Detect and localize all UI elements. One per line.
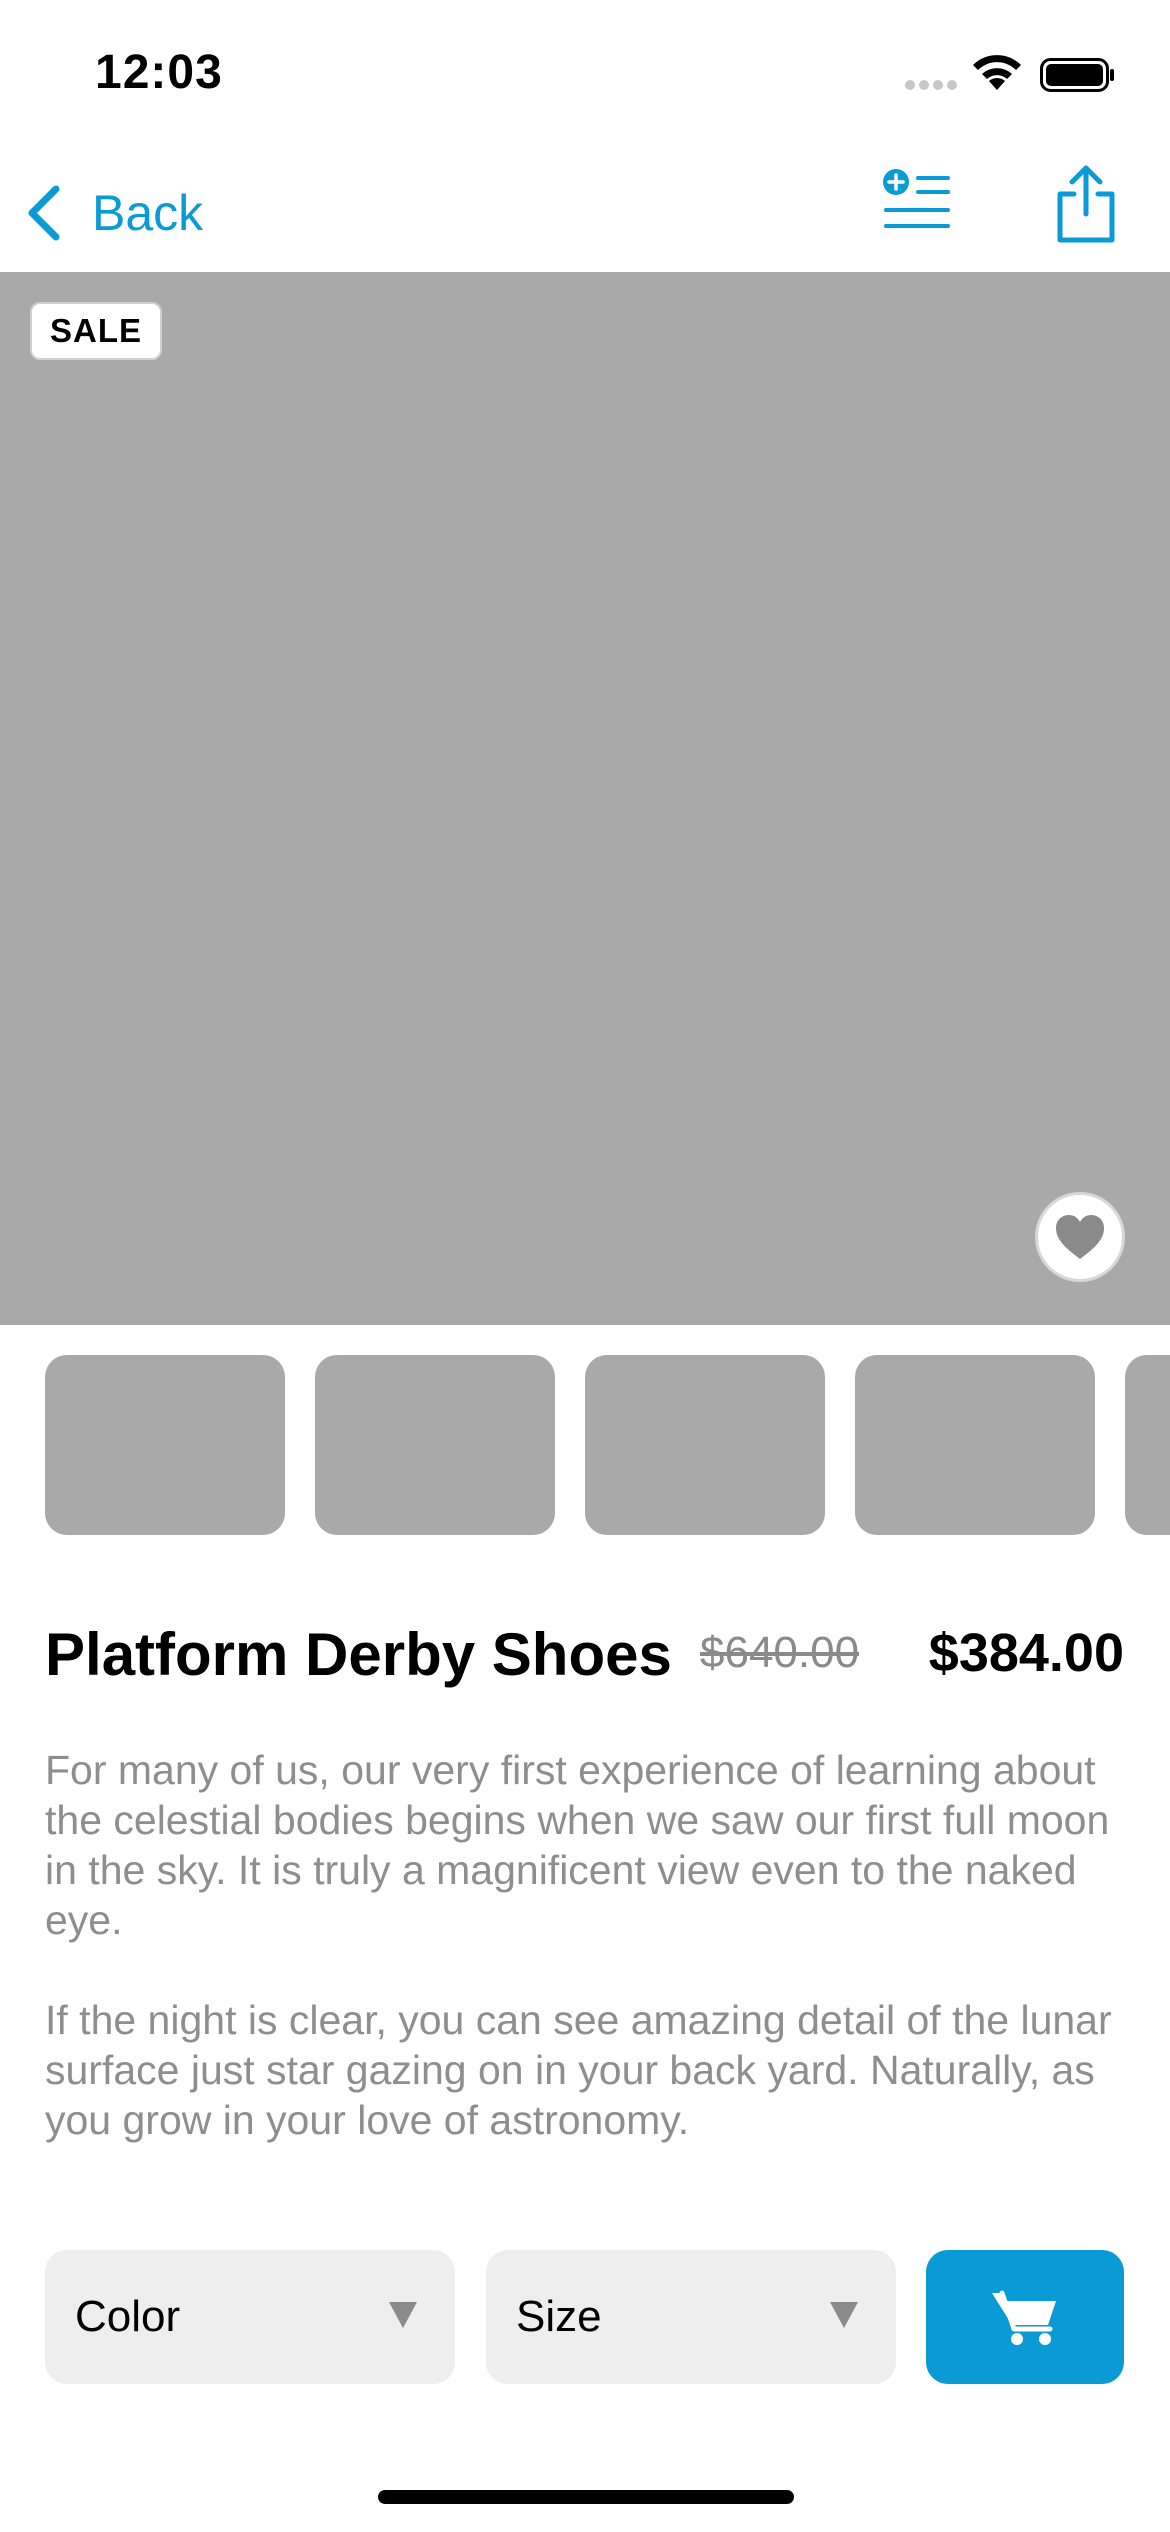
product-hero-image[interactable]: SALE bbox=[0, 272, 1170, 1325]
original-price: $640.00 bbox=[700, 1628, 860, 1677]
status-time: 12:03 bbox=[95, 46, 223, 99]
share-icon[interactable] bbox=[1050, 164, 1122, 244]
thumbnail-image[interactable] bbox=[45, 1355, 285, 1535]
back-label: Back bbox=[92, 185, 204, 241]
product-description: For many of us, our very first experienc… bbox=[45, 1745, 1135, 2195]
chevron-left-icon bbox=[28, 185, 60, 241]
thumbnail-image[interactable] bbox=[585, 1355, 825, 1535]
thumbnail-strip[interactable] bbox=[0, 1355, 1170, 1535]
status-bar: 12:03 bbox=[0, 0, 1170, 140]
heart-icon bbox=[1056, 1215, 1104, 1259]
color-select[interactable]: Color bbox=[45, 2250, 455, 2384]
product-title: Platform Derby Shoes bbox=[45, 1621, 672, 1688]
navigation-bar: Back bbox=[0, 150, 1170, 270]
thumbnail-image[interactable] bbox=[855, 1355, 1095, 1535]
add-to-cart-button[interactable] bbox=[926, 2250, 1124, 2384]
sale-badge: SALE bbox=[30, 302, 162, 360]
description-paragraph: For many of us, our very first experienc… bbox=[45, 1747, 1110, 1943]
back-button[interactable]: Back bbox=[24, 178, 203, 248]
cart-icon bbox=[992, 2290, 1056, 2345]
size-select-label: Size bbox=[516, 2292, 602, 2341]
thumbnail-image[interactable] bbox=[1125, 1355, 1170, 1535]
cellular-signal-icon bbox=[905, 80, 957, 90]
triangle-down-icon bbox=[830, 2302, 858, 2328]
wifi-icon bbox=[973, 55, 1021, 90]
description-paragraph: If the night is clear, you can see amazi… bbox=[45, 1997, 1112, 2143]
sale-price: $384.00 bbox=[928, 1623, 1124, 1683]
favorite-button[interactable] bbox=[1035, 1192, 1125, 1282]
color-select-label: Color bbox=[75, 2292, 181, 2341]
triangle-down-icon bbox=[389, 2302, 417, 2328]
add-to-list-icon[interactable] bbox=[880, 168, 952, 240]
home-indicator bbox=[378, 2490, 794, 2504]
battery-icon bbox=[1040, 58, 1114, 92]
thumbnail-image[interactable] bbox=[315, 1355, 555, 1535]
size-select[interactable]: Size bbox=[486, 2250, 896, 2384]
